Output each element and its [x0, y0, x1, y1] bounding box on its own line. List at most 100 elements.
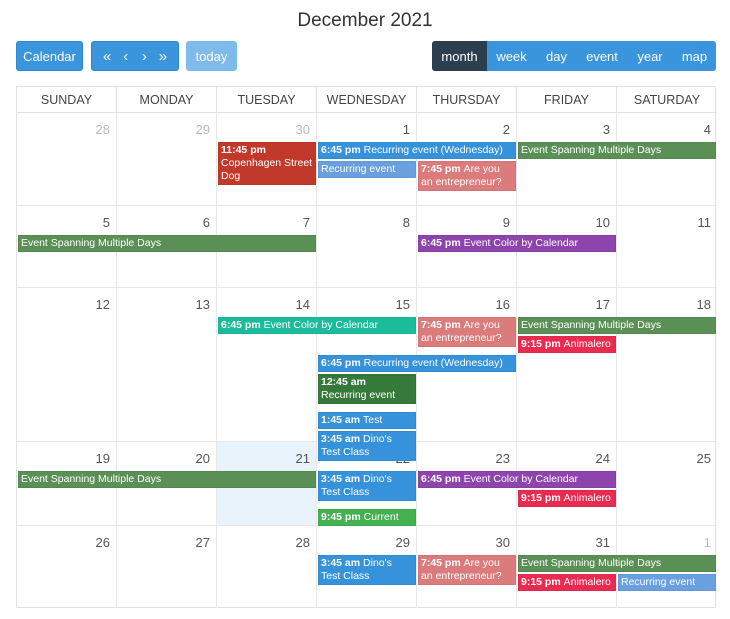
day-number[interactable]: 13 [196, 297, 210, 312]
calendar-event[interactable]: Recurring event demo [318, 161, 416, 178]
calendar-event[interactable]: Event Spanning Multiple Days [18, 235, 316, 252]
view-tab-week[interactable]: week [487, 41, 536, 71]
today-button[interactable]: today [186, 41, 237, 71]
calendar-event[interactable]: Recurring event demo [618, 574, 716, 591]
calendar-event[interactable]: 6:45 pm Event Color by Calendar (Purple) [418, 471, 616, 488]
day-cell[interactable]: 13 [117, 288, 217, 442]
day-number[interactable]: 6 [203, 215, 210, 230]
day-number[interactable]: 15 [396, 297, 410, 312]
calendar-event[interactable]: Event Spanning Multiple Days [518, 555, 716, 572]
day-number[interactable]: 25 [697, 451, 711, 466]
calendar-event[interactable]: Event Spanning Multiple Days [518, 317, 716, 334]
day-cell[interactable]: 12 [17, 288, 117, 442]
calendar-event[interactable]: 6:45 pm Event Color by Calendar (Purple) [418, 235, 616, 252]
day-number[interactable]: 17 [596, 297, 610, 312]
day-cell[interactable]: 25 [617, 442, 717, 526]
calendar-event[interactable]: 9:45 pm Current User [318, 509, 416, 526]
day-number[interactable]: 19 [96, 451, 110, 466]
calendar-event[interactable]: 12:45 am Recurring event [318, 374, 416, 404]
day-number[interactable]: 16 [496, 297, 510, 312]
view-tab-event[interactable]: event [577, 41, 627, 71]
day-cell[interactable]: 11 [617, 206, 717, 288]
day-number[interactable]: 30 [496, 535, 510, 550]
calendar-event[interactable]: 6:45 pm Recurring event (Wednesday) [318, 142, 516, 159]
navigation-button-group: « ‹ › » [91, 41, 179, 71]
calendar-event[interactable]: 3:45 am Dino's Test Class [318, 555, 416, 585]
day-cell[interactable]: 17 [517, 288, 617, 442]
view-tab-map[interactable]: map [673, 41, 716, 71]
prev-year-icon[interactable]: « [98, 48, 116, 65]
day-number[interactable]: 9 [503, 215, 510, 230]
calendar-event[interactable]: Event Spanning Multiple Days [18, 471, 316, 488]
day-cell[interactable]: 28 [17, 113, 117, 206]
day-number[interactable]: 8 [403, 215, 410, 230]
calendar-event[interactable]: 6:45 pm Recurring event (Wednesday) [318, 355, 516, 372]
calendar-event[interactable]: 9:15 pm Animalero [518, 336, 616, 353]
day-number[interactable]: 1 [403, 122, 410, 137]
calendar-event[interactable]: Event Spanning Multiple Days [518, 142, 716, 159]
day-cell[interactable]: 8 [317, 206, 417, 288]
day-number[interactable]: 26 [96, 535, 110, 550]
day-number[interactable]: 12 [96, 297, 110, 312]
event-title: Recurring event [321, 389, 396, 401]
calendar-event[interactable]: 1:45 am Test [318, 412, 416, 429]
event-time: 12:45 am [321, 376, 366, 388]
day-number[interactable]: 4 [704, 122, 711, 137]
day-number[interactable]: 20 [196, 451, 210, 466]
day-number[interactable]: 27 [196, 535, 210, 550]
day-number[interactable]: 28 [296, 535, 310, 550]
day-cell[interactable]: 29 [117, 113, 217, 206]
day-number[interactable]: 2 [503, 122, 510, 137]
calendar-event[interactable]: 3:45 am Dino's Test Class [318, 471, 416, 501]
day-number[interactable]: 29 [196, 122, 210, 137]
event-time: 9:15 pm [521, 492, 564, 504]
day-number[interactable]: 29 [396, 535, 410, 550]
view-tab-month[interactable]: month [432, 41, 487, 71]
view-switcher: month week day event year map [432, 41, 716, 71]
weekday-header-saturday: SATURDAY [617, 87, 717, 113]
day-cell[interactable]: 1 [317, 113, 417, 206]
event-title: Event Spanning Multiple Days [521, 557, 662, 569]
day-cell[interactable]: 14 [217, 288, 317, 442]
calendar-event[interactable]: 6:45 pm Event Color by Calendar (Green) [218, 317, 416, 334]
day-cell[interactable]: 26 [17, 526, 117, 608]
day-number[interactable]: 28 [96, 122, 110, 137]
day-number[interactable]: 18 [697, 297, 711, 312]
day-number[interactable]: 3 [603, 122, 610, 137]
day-cell[interactable]: 28 [217, 526, 317, 608]
day-cell[interactable]: 27 [117, 526, 217, 608]
day-cell[interactable]: 2 [417, 113, 517, 206]
day-cell[interactable]: 3 [517, 113, 617, 206]
day-number[interactable]: 23 [496, 451, 510, 466]
day-number[interactable]: 10 [596, 215, 610, 230]
next-month-icon[interactable]: › [135, 48, 153, 65]
day-cell[interactable]: 18 [617, 288, 717, 442]
next-year-icon[interactable]: » [154, 48, 172, 65]
view-tab-day[interactable]: day [536, 41, 577, 71]
calendar-event[interactable]: 3:45 am Dino's Test Class [318, 431, 416, 461]
day-number[interactable]: 21 [296, 451, 310, 466]
day-number[interactable]: 30 [296, 122, 310, 137]
day-number[interactable]: 11 [698, 215, 712, 230]
calendar-event[interactable]: 7:45 pm Are you an entrepreneur? [418, 317, 516, 347]
day-number[interactable]: 31 [596, 535, 610, 550]
event-time: 1:45 am [321, 414, 364, 426]
event-time: 3:45 am [321, 557, 364, 569]
day-number[interactable]: 1 [704, 535, 711, 550]
view-tab-year[interactable]: year [627, 41, 673, 71]
event-time: 7:45 pm [421, 163, 464, 175]
event-time: 3:45 am [321, 433, 364, 445]
calendar-event[interactable]: 7:45 pm Are you an entrepreneur? [418, 161, 516, 191]
prev-month-icon[interactable]: ‹ [117, 48, 135, 65]
calendar-event[interactable]: 9:15 pm Animalero [518, 490, 616, 507]
event-time: 9:15 pm [521, 576, 564, 588]
calendar-event[interactable]: 7:45 pm Are you an entrepreneur? [418, 555, 516, 585]
calendar-select-button[interactable]: Calendar [16, 41, 83, 71]
calendar-event[interactable]: 9:15 pm Animalero [518, 574, 616, 591]
day-number[interactable]: 24 [596, 451, 610, 466]
calendar-event[interactable]: 11:45 pm Copenhagen Street Dog Champions… [218, 142, 316, 185]
day-number[interactable]: 5 [103, 215, 110, 230]
day-cell[interactable]: 4 [617, 113, 717, 206]
day-number[interactable]: 7 [303, 215, 310, 230]
day-number[interactable]: 14 [296, 297, 310, 312]
